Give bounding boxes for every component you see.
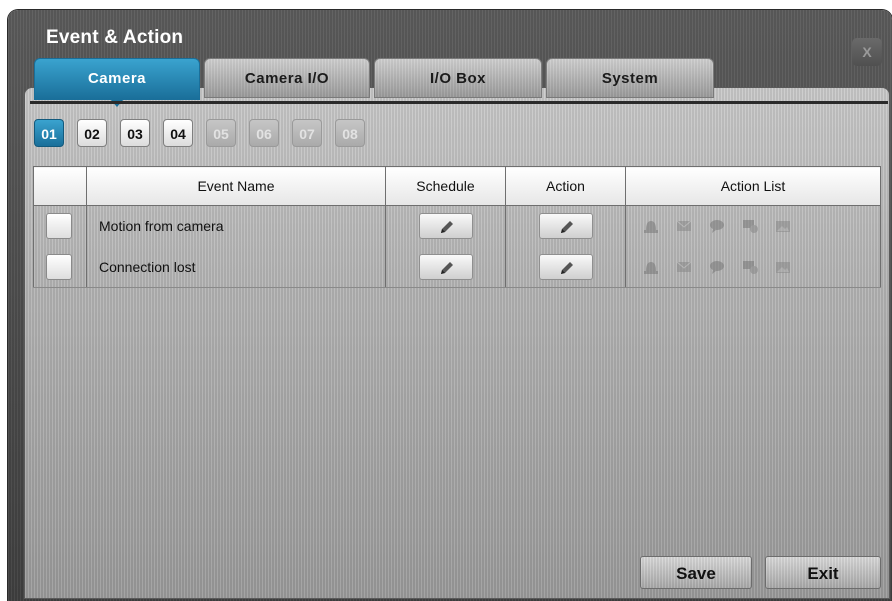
- recording-icon: [743, 220, 758, 234]
- row-checkbox[interactable]: [46, 213, 72, 240]
- pencil-icon: [440, 261, 453, 274]
- action-header: Action: [505, 166, 626, 206]
- table-header-row: Event Name Schedule Action Action List: [33, 166, 881, 206]
- tab-underline: [30, 101, 888, 104]
- camera-button-06: 06: [249, 119, 279, 147]
- schedule-header: Schedule: [385, 166, 506, 206]
- action-list-icons: [626, 259, 880, 275]
- alarm-icon: [644, 261, 658, 274]
- email-icon: [676, 220, 692, 232]
- table-row: Motion from camera: [33, 205, 881, 247]
- table-row: Connection lost: [33, 246, 881, 288]
- edit-schedule-button[interactable]: [418, 253, 473, 280]
- pencil-icon: [560, 221, 573, 234]
- close-button[interactable]: X: [852, 38, 882, 66]
- edit-schedule-button[interactable]: [418, 213, 473, 240]
- tab-camera[interactable]: Camera: [34, 58, 200, 107]
- event-name-header: Event Name: [86, 166, 386, 206]
- pencil-icon: [560, 261, 573, 274]
- pencil-icon: [440, 221, 453, 234]
- edit-action-button[interactable]: [538, 213, 593, 240]
- recording-icon: [743, 260, 758, 274]
- select-column-header: [33, 166, 87, 206]
- exit-button[interactable]: Exit: [765, 556, 881, 589]
- camera-button-04[interactable]: 04: [163, 119, 193, 147]
- event-name-cell: Connection lost: [86, 246, 386, 288]
- window-title: Event & Action: [46, 27, 184, 48]
- camera-button-03[interactable]: 03: [120, 119, 150, 147]
- edit-action-button[interactable]: [538, 253, 593, 280]
- camera-button-02[interactable]: 02: [77, 119, 107, 147]
- event-table: Event Name Schedule Action Action List M…: [33, 166, 881, 288]
- snapshot-icon: [776, 261, 790, 273]
- snapshot-icon: [776, 221, 790, 233]
- event-name-cell: Motion from camera: [86, 205, 386, 247]
- save-button[interactable]: Save: [640, 556, 752, 589]
- tab-camera-io[interactable]: Camera I/O: [204, 58, 370, 98]
- camera-button-07: 07: [292, 119, 322, 147]
- action-list-icons: [626, 218, 880, 234]
- action-list-header: Action List: [625, 166, 881, 206]
- alarm-icon: [644, 221, 658, 234]
- content-panel: [24, 87, 890, 599]
- camera-button-01[interactable]: 01: [34, 119, 64, 147]
- email-icon: [676, 261, 692, 272]
- tab-system[interactable]: System: [546, 58, 714, 98]
- tab-io-box[interactable]: I/O Box: [374, 58, 542, 98]
- camera-button-05: 05: [206, 119, 236, 147]
- message-icon: [710, 260, 724, 274]
- message-icon: [710, 220, 724, 234]
- row-checkbox[interactable]: [46, 253, 72, 280]
- camera-button-08: 08: [335, 119, 365, 147]
